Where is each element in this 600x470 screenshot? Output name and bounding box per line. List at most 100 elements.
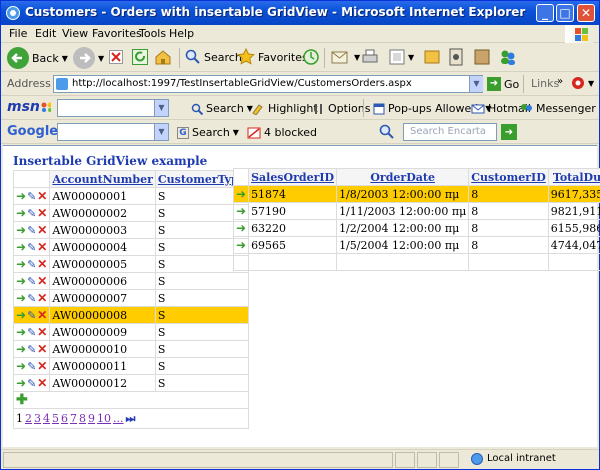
edit-pencil-icon[interactable]: ✎ <box>27 258 36 271</box>
maximize-button[interactable]: □ <box>556 4 574 22</box>
minimize-button[interactable]: _ <box>536 4 554 22</box>
toolbar-tool-icon[interactable]: ▼ <box>571 76 594 90</box>
delete-x-icon[interactable]: ✕ <box>37 257 47 271</box>
edit-pencil-icon[interactable]: ✎ <box>27 190 36 203</box>
back-button[interactable]: Back ▼ <box>7 47 68 69</box>
order-row[interactable]: ➜571901/11/2003 12:00:00 πμ89821,9114 <box>232 202 600 220</box>
history-icon[interactable] <box>302 48 320 66</box>
menu-favorites[interactable]: Favorites <box>92 27 142 40</box>
menu-file[interactable]: File <box>9 27 27 40</box>
print-icon[interactable] <box>361 49 379 65</box>
address-input[interactable]: http://localhost:1997/TestInsertableGrid… <box>53 75 483 93</box>
messenger-button[interactable]: Messenger <box>519 102 596 115</box>
add-icon[interactable]: ✚ <box>16 392 28 408</box>
edit-pencil-icon[interactable]: ✎ <box>27 377 36 390</box>
customer-row[interactable]: ➜ ✎ ✕ AW00000011 S <box>12 357 249 375</box>
select-arrow-icon[interactable]: ➜ <box>236 187 246 201</box>
select-arrow-icon[interactable]: ➜ <box>16 291 26 305</box>
popup-blocker-button[interactable]: 4 blocked <box>247 126 317 139</box>
customer-row[interactable]: ➜ ✎ ✕ AW00000007 S <box>12 289 249 307</box>
select-arrow-icon[interactable]: ➜ <box>16 359 26 373</box>
menu-view[interactable]: View <box>62 27 88 40</box>
links-chevron-icon[interactable]: » <box>557 76 563 87</box>
search-button[interactable]: Search <box>185 49 242 65</box>
customer-row[interactable]: ➜ ✎ ✕ AW00000006 S <box>12 272 249 290</box>
close-button[interactable]: ✕ <box>577 4 595 22</box>
research-icon[interactable] <box>449 48 463 66</box>
select-arrow-icon[interactable]: ➜ <box>16 342 26 356</box>
pager-page-link[interactable]: 10 <box>97 412 111 425</box>
messenger-people-icon[interactable] <box>498 48 518 66</box>
header-account-number[interactable]: AccountNumber <box>49 170 156 188</box>
header-sales-order-id[interactable]: SalesOrderID <box>248 168 338 186</box>
google-search-input[interactable] <box>57 123 169 141</box>
google-search-button[interactable]: G Search ▼ <box>177 126 239 139</box>
delete-x-icon[interactable]: ✕ <box>37 308 47 322</box>
encarta-search-input[interactable]: Search Encarta <box>403 123 497 141</box>
encarta-go-button[interactable]: ➜ <box>501 124 517 140</box>
forward-button[interactable]: ▼ <box>73 47 104 69</box>
select-arrow-icon[interactable]: ➜ <box>16 325 26 339</box>
pager-page-link[interactable]: 3 <box>34 412 41 425</box>
customer-row[interactable]: ➜ ✎ ✕ AW00000009 S <box>12 323 249 341</box>
edit-pencil-icon[interactable]: ✎ <box>27 360 36 373</box>
edit-pencil-icon[interactable]: ✎ <box>27 292 36 305</box>
back-dropdown-icon[interactable]: ▼ <box>62 54 68 63</box>
pager-page-link[interactable]: 5 <box>52 412 59 425</box>
msn-search-input[interactable] <box>57 99 169 117</box>
edit-pencil-icon[interactable]: ✎ <box>27 224 36 237</box>
delete-x-icon[interactable]: ✕ <box>37 206 47 220</box>
select-arrow-icon[interactable]: ➜ <box>16 223 26 237</box>
customer-row[interactable]: ➜ ✎ ✕ AW00000012 S <box>12 374 249 392</box>
select-arrow-icon[interactable]: ➜ <box>236 221 246 235</box>
select-arrow-icon[interactable]: ➜ <box>236 238 246 252</box>
delete-x-icon[interactable]: ✕ <box>37 223 47 237</box>
go-button[interactable]: ➜ Go <box>487 77 519 91</box>
delete-x-icon[interactable]: ✕ <box>37 189 47 203</box>
edit-page-icon[interactable]: ▼ <box>389 49 414 65</box>
select-arrow-icon[interactable]: ➜ <box>16 206 26 220</box>
edit-pencil-icon[interactable]: ✎ <box>27 275 36 288</box>
customer-row[interactable]: ➜ ✎ ✕ AW00000002 S <box>12 204 249 222</box>
options-button[interactable]: Options <box>313 102 370 115</box>
order-row[interactable]: ➜632201/2/2004 12:00:00 πμ86155,9868 <box>232 219 600 237</box>
favorites-button[interactable]: Favorites <box>237 48 308 66</box>
msn-logo[interactable]: msn <box>7 99 40 115</box>
discuss-icon[interactable] <box>424 49 440 65</box>
edit-pencil-icon[interactable]: ✎ <box>27 207 36 220</box>
menu-tools[interactable]: Tools <box>139 27 166 40</box>
msn-search-button[interactable]: Search ▼ <box>191 102 253 115</box>
header-order-date[interactable]: OrderDate <box>336 168 470 186</box>
select-arrow-icon[interactable]: ➜ <box>16 240 26 254</box>
msn-search-dropdown-icon[interactable]: ▼ <box>154 100 168 116</box>
delete-x-icon[interactable]: ✕ <box>37 342 47 356</box>
pager-page-link[interactable]: 4 <box>43 412 50 425</box>
pager-page-link[interactable]: 8 <box>79 412 86 425</box>
customer-row[interactable]: ➜ ✎ ✕ AW00000008 S <box>12 306 249 324</box>
edit-pencil-icon[interactable]: ✎ <box>27 309 36 322</box>
select-arrow-icon[interactable]: ➜ <box>16 257 26 271</box>
delete-x-icon[interactable]: ✕ <box>37 325 47 339</box>
chevron-down-icon[interactable]: ▼ <box>233 128 239 137</box>
delete-x-icon[interactable]: ✕ <box>37 240 47 254</box>
forward-dropdown-icon[interactable]: ▼ <box>98 54 104 63</box>
pager-page-link[interactable]: 6 <box>61 412 68 425</box>
edit-pencil-icon[interactable]: ✎ <box>27 343 36 356</box>
customer-row[interactable]: ➜ ✎ ✕ AW00000005 S <box>12 255 249 273</box>
last-page-icon[interactable]: ⏭ <box>126 412 136 425</box>
select-arrow-icon[interactable]: ➜ <box>16 274 26 288</box>
google-logo[interactable]: Google <box>7 124 58 139</box>
customer-row[interactable]: ➜ ✎ ✕ AW00000003 S <box>12 221 249 239</box>
pager-page-link[interactable]: 9 <box>88 412 95 425</box>
customer-row[interactable]: ➜ ✎ ✕ AW00000004 S <box>12 238 249 256</box>
edit-pencil-icon[interactable]: ✎ <box>27 241 36 254</box>
select-arrow-icon[interactable]: ➜ <box>16 376 26 390</box>
links-label[interactable]: Links <box>531 77 559 90</box>
delete-x-icon[interactable]: ✕ <box>37 274 47 288</box>
header-customer-id[interactable]: CustomerID <box>468 168 549 186</box>
pager-page-link[interactable]: ... <box>113 412 124 425</box>
select-arrow-icon[interactable]: ➜ <box>236 204 246 218</box>
menu-edit[interactable]: Edit <box>35 27 56 40</box>
delete-x-icon[interactable]: ✕ <box>37 291 47 305</box>
highlight-button[interactable]: Highlight <box>251 102 318 115</box>
